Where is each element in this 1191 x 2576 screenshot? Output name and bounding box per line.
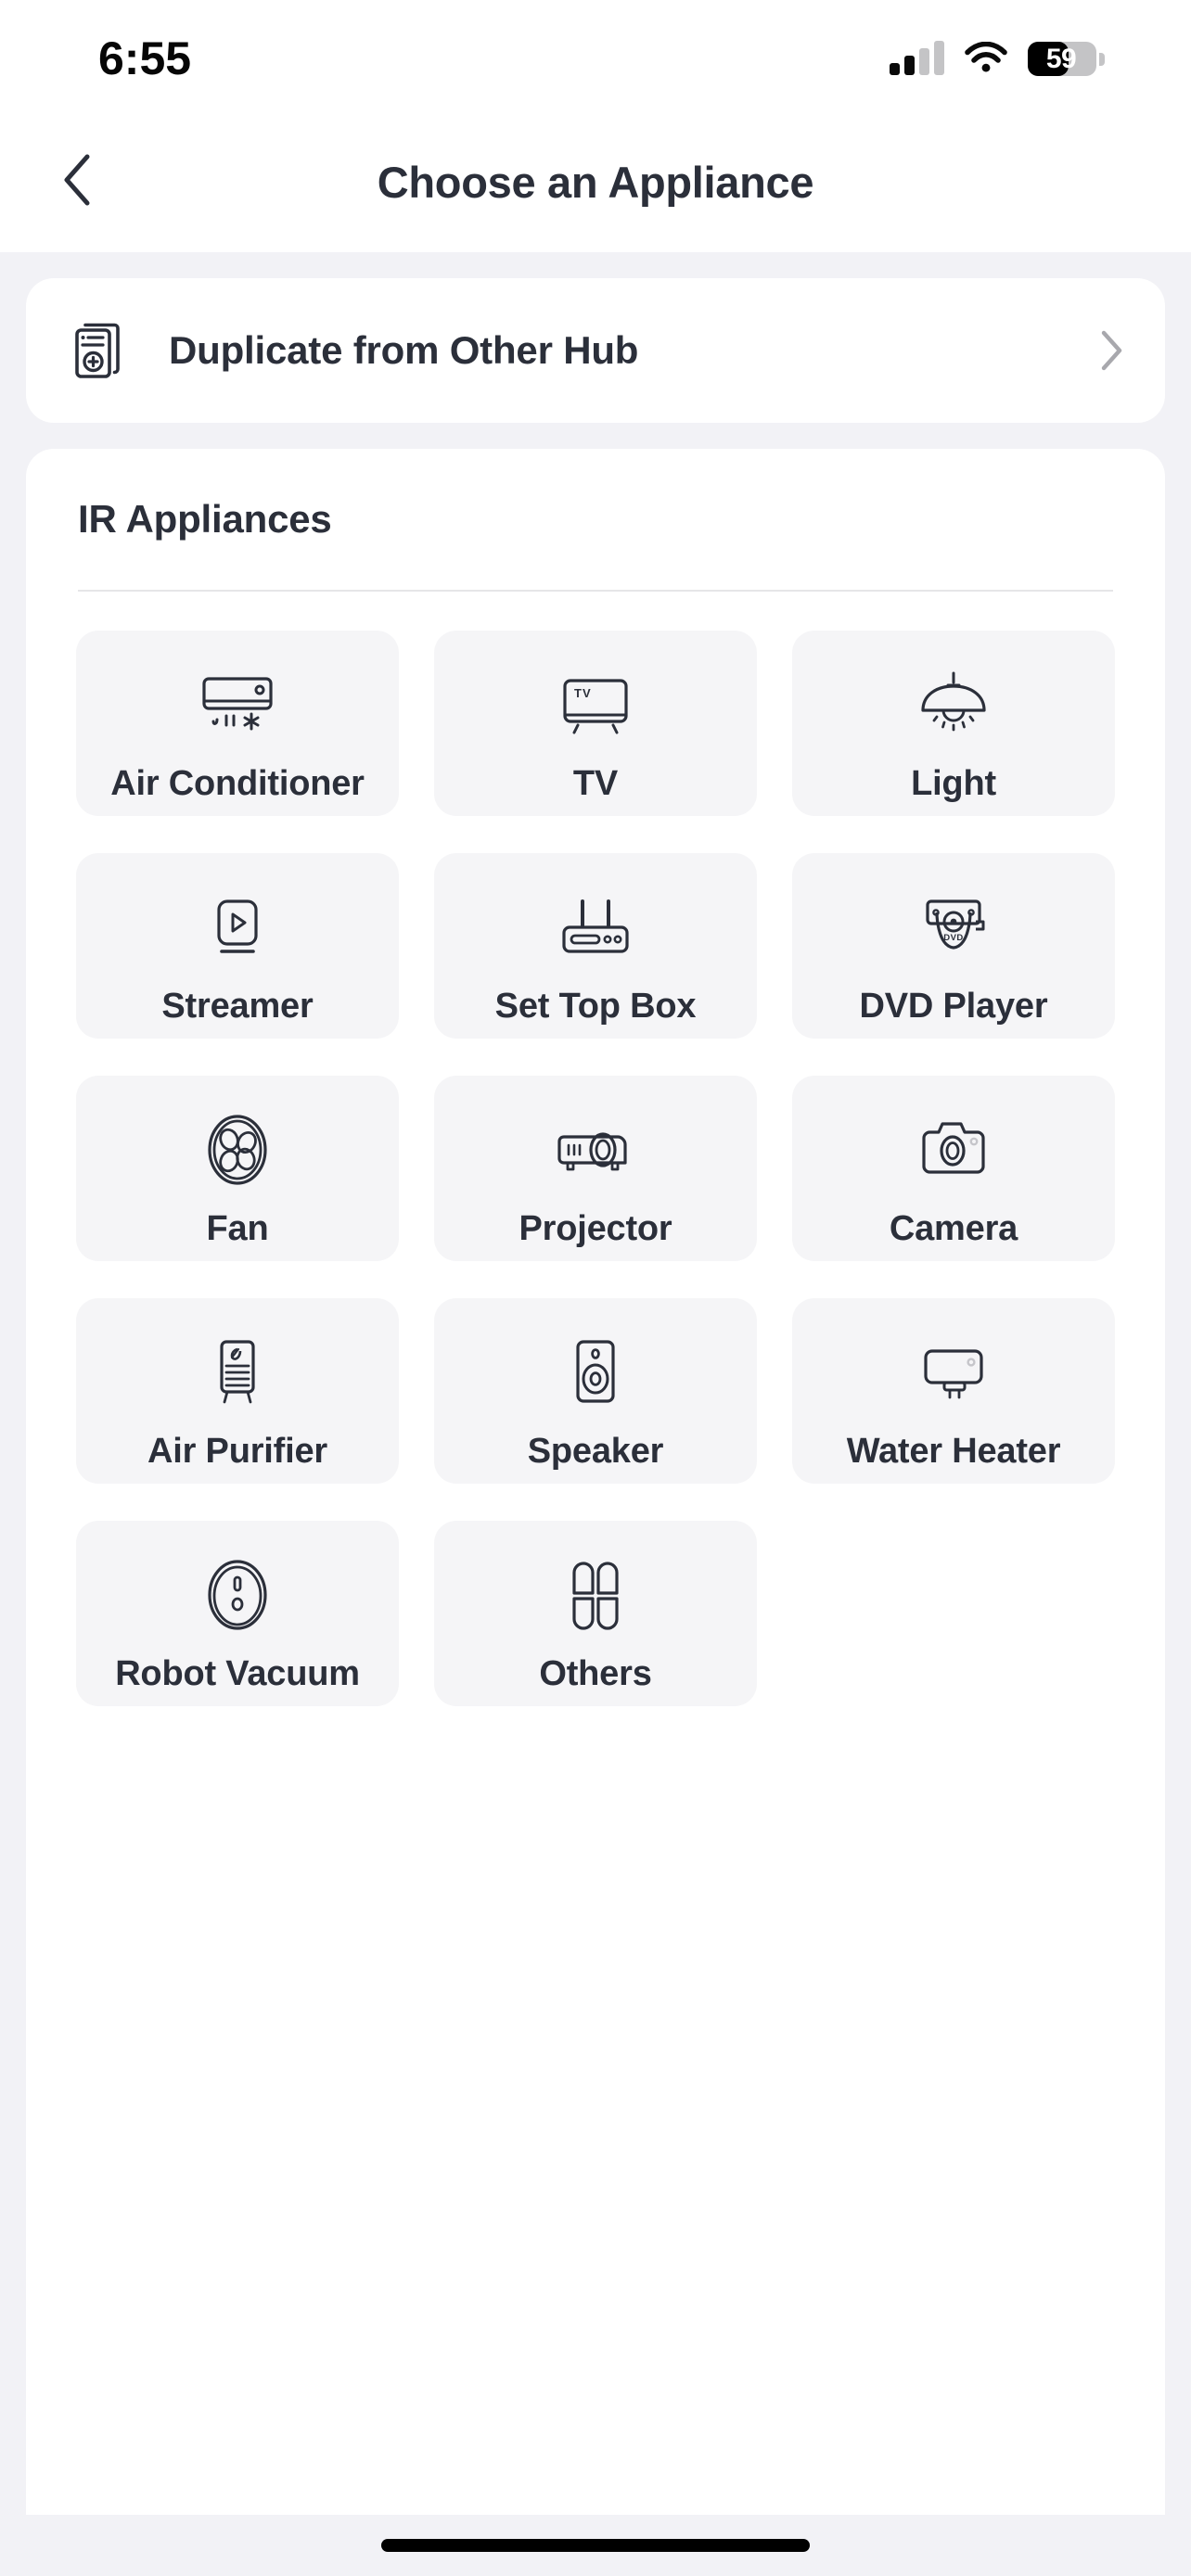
appliance-tile-label: Light <box>911 764 996 803</box>
appliance-tile-air-conditioner[interactable]: Air Conditioner <box>76 631 399 816</box>
svg-text:DVD: DVD <box>943 933 964 943</box>
appliance-tile-streamer[interactable]: Streamer <box>76 853 399 1039</box>
section-title-ir-appliances: IR Appliances <box>78 497 332 541</box>
set-top-box-icon <box>553 894 638 961</box>
home-indicator-area <box>0 2515 1191 2576</box>
projector-icon <box>551 1116 640 1183</box>
appliance-tile-label: Camera <box>889 1209 1018 1248</box>
scroll-content: Duplicate from Other Hub IR Appliances A… <box>0 252 1191 2515</box>
ir-appliances-card: IR Appliances Air Conditioner TV TV Ligh… <box>26 449 1165 2515</box>
appliance-tile-others[interactable]: Others <box>434 1521 757 1706</box>
appliance-tile-projector[interactable]: Projector <box>434 1076 757 1261</box>
appliance-tile-label: Speaker <box>527 1432 664 1471</box>
duplicate-from-other-hub-row[interactable]: Duplicate from Other Hub <box>26 278 1165 423</box>
pendant-light-icon <box>914 671 993 738</box>
page-title: Choose an Appliance <box>377 157 814 207</box>
duplicate-remote-icon <box>70 321 130 380</box>
speaker-icon <box>565 1339 626 1406</box>
battery-percent-label: 59 <box>1045 43 1077 74</box>
status-bar: 6:55 59 <box>0 0 1191 111</box>
tv-icon: TV <box>556 671 635 738</box>
back-button[interactable] <box>37 143 115 221</box>
appliance-tile-label: Set Top Box <box>494 987 697 1026</box>
appliance-tile-speaker[interactable]: Speaker <box>434 1298 757 1484</box>
appliance-tile-fan[interactable]: Fan <box>76 1076 399 1261</box>
appliance-tile-label: Projector <box>519 1209 672 1248</box>
duplicate-row-label: Duplicate from Other Hub <box>169 328 639 372</box>
appliance-tile-water-heater[interactable]: Water Heater <box>792 1298 1115 1484</box>
status-time: 6:55 <box>98 32 192 84</box>
water-heater-icon <box>909 1339 998 1406</box>
appliance-tile-label: Streamer <box>161 987 314 1026</box>
appliance-tile-label: DVD Player <box>859 987 1048 1026</box>
appliance-tile-dvd-player[interactable]: DVD DVD Player <box>792 853 1115 1039</box>
air-conditioner-icon <box>193 671 282 738</box>
streamer-icon <box>205 894 270 961</box>
nav-bar: Choose an Appliance <box>0 111 1191 252</box>
fan-icon <box>199 1115 275 1185</box>
air-purifier-icon <box>205 1339 270 1406</box>
battery-icon: 59 <box>1028 41 1105 76</box>
appliance-tile-label: Air Conditioner <box>110 764 365 803</box>
appliance-tile-robot-vacuum[interactable]: Robot Vacuum <box>76 1521 399 1706</box>
home-indicator-bar[interactable] <box>381 2539 810 2552</box>
appliance-tile-label: Robot Vacuum <box>115 1654 360 1693</box>
appliance-tile-camera[interactable]: Camera <box>792 1076 1115 1261</box>
robot-vacuum-icon <box>201 1560 274 1630</box>
status-indicators: 59 <box>890 36 1105 76</box>
phone-screen: 6:55 59 Choose an Appliance Duplicate fr… <box>0 0 1191 2576</box>
chevron-left-icon <box>60 153 92 211</box>
appliance-tile-label: Others <box>539 1654 652 1693</box>
appliance-tile-tv[interactable]: TV TV <box>434 631 757 816</box>
appliance-tile-light[interactable]: Light <box>792 631 1115 816</box>
chevron-right-icon <box>1100 329 1124 372</box>
appliance-tile-set-top-box[interactable]: Set Top Box <box>434 853 757 1039</box>
wifi-icon <box>965 42 1007 75</box>
cellular-signal-icon <box>890 41 944 75</box>
appliance-tile-air-purifier[interactable]: Air Purifier <box>76 1298 399 1484</box>
appliance-tile-label: Water Heater <box>846 1432 1061 1471</box>
appliance-tile-label: Air Purifier <box>147 1432 327 1471</box>
svg-text:TV: TV <box>574 686 592 700</box>
appliance-tile-label: Fan <box>206 1209 269 1248</box>
camera-icon <box>915 1116 992 1183</box>
appliance-grid: Air Conditioner TV TV Light Streamer Set… <box>26 592 1165 1706</box>
appliance-tile-label: TV <box>572 764 619 803</box>
others-clover-icon <box>558 1562 633 1630</box>
dvd-player-icon: DVD <box>911 894 996 961</box>
